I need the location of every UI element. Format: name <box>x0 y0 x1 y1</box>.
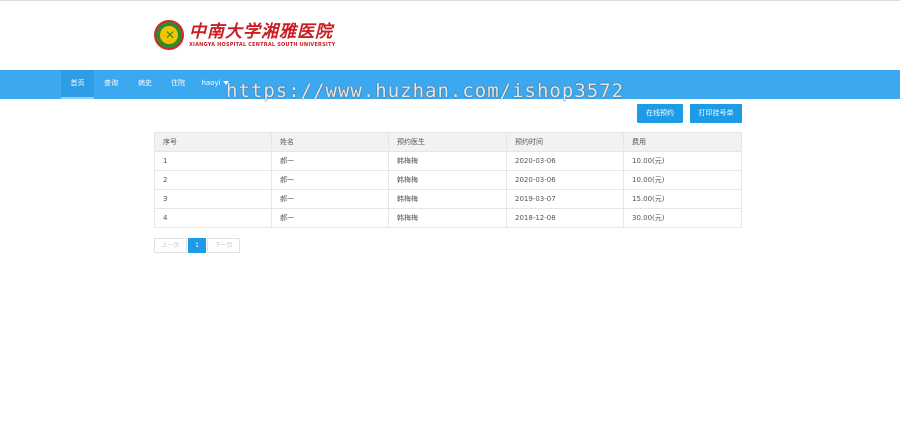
cell-doctor: 韩梅梅 <box>388 151 507 171</box>
table-row: 4 郝一 韩梅梅 2018-12-08 30.00(元) <box>154 208 742 228</box>
table-row: 3 郝一 韩梅梅 2019-03-07 15.00(元) <box>154 189 742 209</box>
appointments-table: 序号 姓名 预约医生 预约时间 费用 1 郝一 韩梅梅 2020-03-06 1… <box>154 132 742 228</box>
cell-time: 2018-12-08 <box>506 208 624 228</box>
pagination: 上一页 1 下一页 <box>154 238 240 253</box>
page-number-current[interactable]: 1 <box>188 238 206 253</box>
nav-item-inpatient[interactable]: 住院 <box>163 70 193 99</box>
cell-doctor: 韩梅梅 <box>388 170 507 190</box>
logo-name-cn: 中南大学湘雅医院 <box>189 21 333 42</box>
table-row: 1 郝一 韩梅梅 2020-03-06 10.00(元) <box>154 151 742 171</box>
logo-name-en: XIANGYA HOSPITAL CENTRAL SOUTH UNIVERSIT… <box>189 41 336 48</box>
col-header-fee: 费用 <box>623 132 742 152</box>
cell-time: 2019-03-07 <box>506 189 624 209</box>
cell-index: 3 <box>154 189 272 209</box>
cell-doctor: 韩梅梅 <box>388 208 507 228</box>
cell-fee: 30.00(元) <box>623 208 742 228</box>
prev-page-button[interactable]: 上一页 <box>154 238 187 253</box>
nav-item-home[interactable]: 首页 <box>61 70 94 99</box>
online-booking-button[interactable]: 在线预约 <box>637 104 683 123</box>
logo-text: 中南大学湘雅医院 XIANGYA HOSPITAL CENTRAL SOUTH … <box>189 22 335 49</box>
nav-item-history[interactable]: 病史 <box>130 70 160 99</box>
col-header-name: 姓名 <box>271 132 389 152</box>
cell-fee: 10.00(元) <box>623 170 742 190</box>
table-header-row: 序号 姓名 预约医生 预约时间 费用 <box>154 132 742 152</box>
col-header-index: 序号 <box>154 132 272 152</box>
cell-time: 2020-03-06 <box>506 170 624 190</box>
watermark-text: https://www.huzhan.com/ishop3572 <box>226 80 625 102</box>
print-ticket-button[interactable]: 打印挂号单 <box>690 104 742 123</box>
cell-doctor: 韩梅梅 <box>388 189 507 209</box>
cell-index: 1 <box>154 151 272 171</box>
hospital-logo[interactable]: ✕ 中南大学湘雅医院 XIANGYA HOSPITAL CENTRAL SOUT… <box>154 20 335 50</box>
cell-index: 2 <box>154 170 272 190</box>
cell-fee: 10.00(元) <box>623 151 742 171</box>
cell-name: 郝一 <box>271 208 389 228</box>
nav-item-query[interactable]: 查询 <box>96 70 126 99</box>
cell-index: 4 <box>154 208 272 228</box>
next-page-button[interactable]: 下一页 <box>207 238 240 253</box>
hospital-emblem-icon: ✕ <box>154 20 184 50</box>
cell-name: 郝一 <box>271 170 389 190</box>
user-name: haoyi <box>201 79 221 87</box>
top-border <box>0 0 900 4</box>
cell-name: 郝一 <box>271 189 389 209</box>
cell-time: 2020-03-06 <box>506 151 624 171</box>
cell-fee: 15.00(元) <box>623 189 742 209</box>
col-header-doctor: 预约医生 <box>388 132 507 152</box>
cell-name: 郝一 <box>271 151 389 171</box>
col-header-time: 预约时间 <box>506 132 624 152</box>
table-row: 2 郝一 韩梅梅 2020-03-06 10.00(元) <box>154 170 742 190</box>
